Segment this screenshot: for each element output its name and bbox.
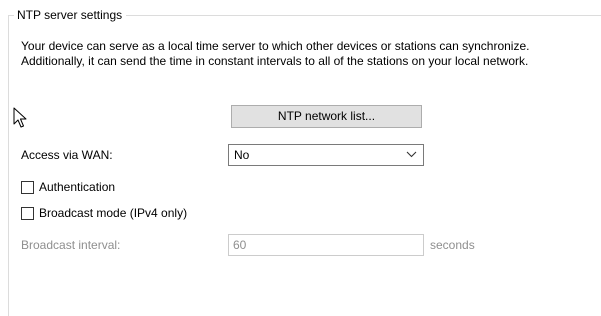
broadcast-interval-input[interactable]: 60 — [228, 234, 424, 256]
ntp-network-list-button[interactable]: NTP network list... — [231, 105, 422, 128]
access-via-wan-value: No — [234, 148, 250, 162]
broadcast-interval-value: 60 — [233, 238, 247, 252]
broadcast-mode-label: Broadcast mode (IPv4 only) — [39, 206, 188, 220]
broadcast-interval-unit: seconds — [430, 238, 475, 252]
groupbox-title: NTP server settings — [14, 7, 127, 23]
access-via-wan-select[interactable]: No — [228, 144, 424, 166]
broadcast-mode-checkbox[interactable] — [21, 207, 34, 220]
broadcast-interval-label: Broadcast interval: — [21, 238, 121, 252]
mouse-pointer-icon — [13, 107, 27, 128]
authentication-label: Authentication — [39, 180, 116, 194]
authentication-checkbox[interactable] — [21, 181, 34, 194]
groupbox-description: Your device can serve as a local time se… — [21, 39, 530, 68]
chevron-down-icon — [406, 151, 417, 158]
access-via-wan-label: Access via WAN: — [21, 148, 113, 162]
